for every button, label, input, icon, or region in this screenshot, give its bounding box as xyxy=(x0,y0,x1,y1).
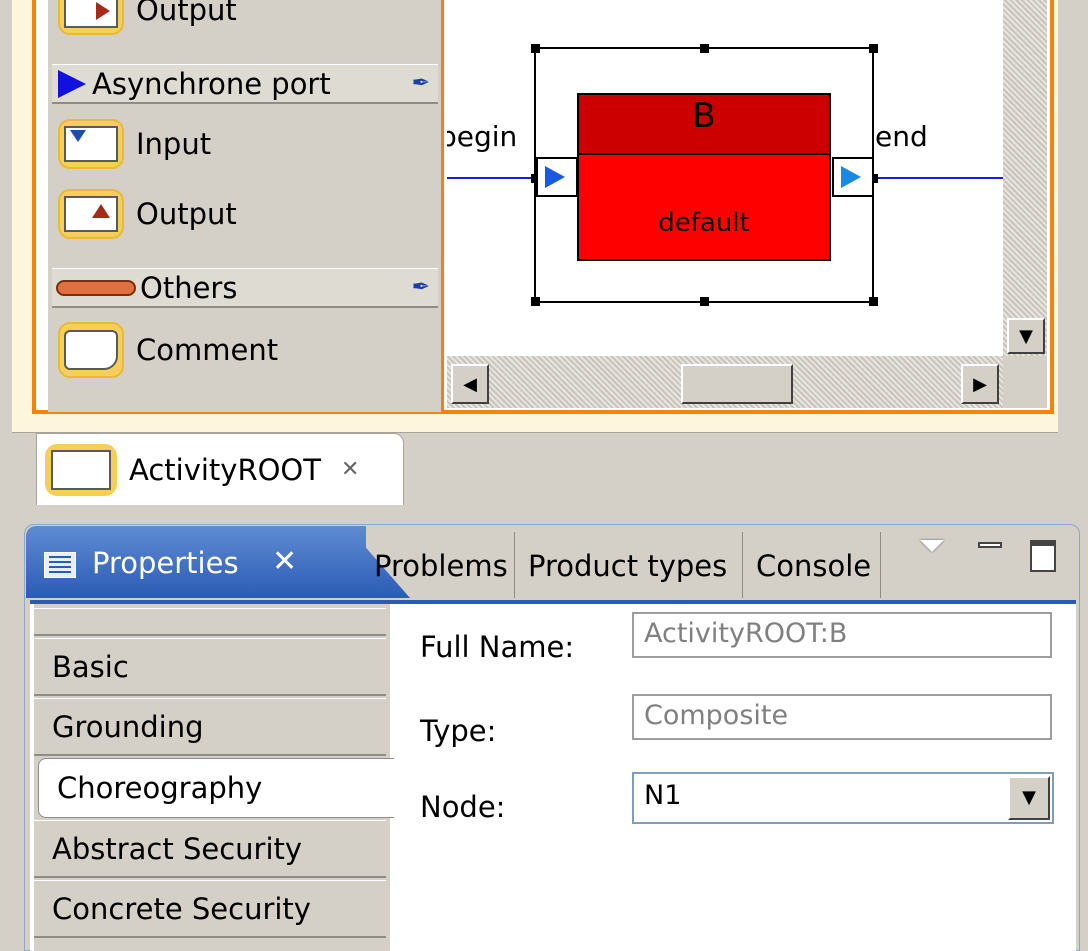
resize-handle xyxy=(869,297,878,306)
node-subtitle: default xyxy=(658,208,750,238)
scroll-down-button[interactable]: ▼ xyxy=(1007,318,1045,354)
left-port-label: begin xyxy=(447,120,518,153)
vertical-scrollbar[interactable]: ▼ xyxy=(1003,0,1047,356)
tab-properties-label: Properties xyxy=(92,546,239,580)
editor-tab-label: ActivityROOT xyxy=(129,452,321,487)
palette-item-label: Output xyxy=(136,197,237,231)
node-label: Node: xyxy=(420,790,506,824)
right-port-label: end xyxy=(875,120,928,153)
play-arrow-icon xyxy=(58,69,86,98)
sidebar-tab-label: Choreography xyxy=(57,771,263,805)
palette-drawer-label: Asynchrone port xyxy=(92,66,331,101)
sidebar-tab-abstract-security[interactable]: Abstract Security xyxy=(34,820,386,878)
pill-icon xyxy=(56,279,136,296)
palette-drawer-others[interactable]: Others ✒ xyxy=(52,268,438,308)
palette-item-input[interactable]: Input xyxy=(58,116,211,172)
input-port-icon xyxy=(58,119,124,169)
tab-separator xyxy=(514,532,515,598)
type-field[interactable]: Composite xyxy=(632,694,1052,740)
node-select[interactable]: N1 ▼ xyxy=(632,772,1054,824)
scroll-corner xyxy=(1003,356,1047,408)
comment-icon xyxy=(58,322,124,378)
sidebar-tab-choreography[interactable]: Choreography xyxy=(38,758,394,818)
tab-problems[interactable]: Problems xyxy=(374,540,508,592)
palette: Output Asynchrone port ✒ Input Output Ot… xyxy=(48,0,444,412)
tab-product-types[interactable]: Product types xyxy=(528,540,727,592)
type-label: Type: xyxy=(420,714,497,748)
tab-label: Problems xyxy=(374,549,508,583)
diagram-canvas[interactable]: B default begin end xyxy=(447,0,1003,356)
tab-label: Console xyxy=(756,549,872,583)
close-icon[interactable]: ✕ xyxy=(341,457,359,482)
palette-item-output-top[interactable]: Output xyxy=(58,0,237,38)
palette-item-output[interactable]: Output xyxy=(58,186,237,242)
palette-item-label: Input xyxy=(136,127,212,161)
sidebar-tab-label: Concrete Security xyxy=(52,891,311,926)
sidebar-tab-grounding[interactable]: Grounding xyxy=(34,698,386,756)
resize-handle xyxy=(531,297,540,306)
palette-drawer-label: Others xyxy=(140,270,238,305)
tab-separator xyxy=(742,532,743,598)
diagram-svg xyxy=(447,44,1003,306)
resize-handle xyxy=(700,297,709,306)
resize-handle xyxy=(700,44,709,53)
resize-handle xyxy=(531,44,540,53)
sidebar-tab-label: Grounding xyxy=(52,709,204,744)
output-port-icon xyxy=(58,0,124,35)
palette-drawer-asynchrone-port[interactable]: Asynchrone port ✒ xyxy=(52,64,438,104)
tab-separator xyxy=(880,532,881,598)
close-icon[interactable]: ✕ xyxy=(272,544,297,579)
activity-icon xyxy=(45,443,117,496)
palette-item-label: Output xyxy=(136,0,237,27)
output-port-icon xyxy=(58,189,124,239)
node-title: B xyxy=(692,96,716,136)
scroll-left-button[interactable]: ◀ xyxy=(451,364,489,404)
horizontal-scrollbar[interactable]: ◀ ▶ xyxy=(447,356,1003,408)
tab-console[interactable]: Console xyxy=(756,540,871,592)
tab-properties[interactable]: Properties ✕ xyxy=(26,526,366,598)
editor-tab-activityroot[interactable]: ActivityROOT ✕ xyxy=(36,433,404,505)
minimize-icon[interactable] xyxy=(978,542,1002,548)
scroll-right-button[interactable]: ▶ xyxy=(961,364,999,404)
full-name-label: Full Name: xyxy=(420,630,575,664)
maximize-icon[interactable] xyxy=(1030,540,1056,572)
palette-item-label: Comment xyxy=(136,333,279,367)
node-select-value: N1 xyxy=(644,780,682,811)
sidebar-tab-label: Abstract Security xyxy=(52,831,303,866)
scroll-thumb[interactable] xyxy=(681,364,793,404)
node-body xyxy=(577,153,831,261)
pin-icon[interactable]: ✒ xyxy=(412,275,430,300)
sidebar-tab-blank xyxy=(34,608,386,636)
chevron-down-icon[interactable]: ▼ xyxy=(1008,776,1050,820)
palette-item-comment[interactable]: Comment xyxy=(58,322,278,378)
sidebar-tab-basic[interactable]: Basic xyxy=(34,638,386,696)
sidebar-tab-concrete-security[interactable]: Concrete Security xyxy=(34,880,386,938)
view-menu-icon[interactable] xyxy=(920,540,944,552)
full-name-field[interactable]: ActivityROOT:B xyxy=(632,612,1052,658)
properties-icon xyxy=(44,552,76,578)
resize-handle xyxy=(869,44,878,53)
tab-label: Product types xyxy=(528,549,728,583)
pin-icon[interactable]: ✒ xyxy=(412,71,430,96)
sidebar-tab-label: Basic xyxy=(52,649,129,684)
